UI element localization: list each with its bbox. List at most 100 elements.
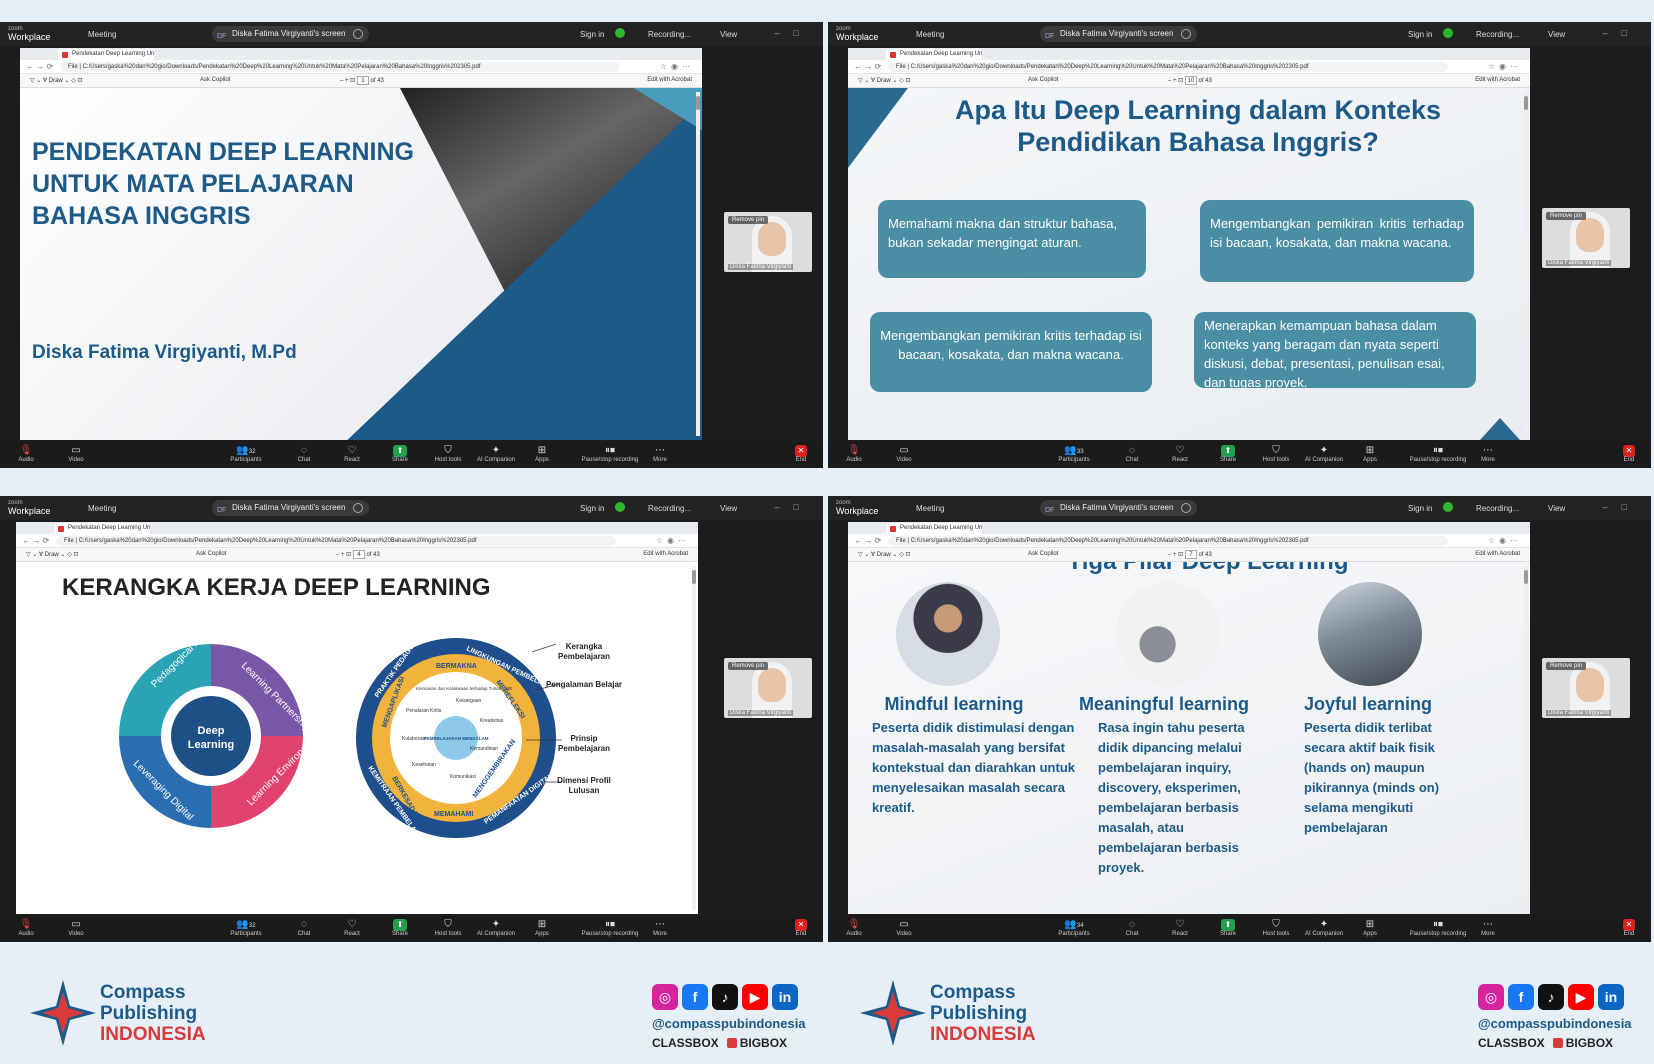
more-button[interactable]: ⋯ More bbox=[1466, 919, 1510, 937]
shield-icon[interactable] bbox=[1443, 502, 1453, 512]
scrollbar[interactable] bbox=[692, 566, 696, 910]
edit-with-acrobat[interactable]: Edit with Acrobat bbox=[643, 551, 688, 557]
share-button[interactable]: ⬆ Share bbox=[378, 445, 422, 463]
audio-button[interactable]: 🎙 Audio bbox=[832, 919, 876, 937]
ask-copilot-button[interactable]: Ask Copilot bbox=[1028, 551, 1058, 557]
participant-video[interactable]: Remove pin Diska Fatima Virgiyanti bbox=[724, 658, 812, 718]
remove-pin-button[interactable]: Remove pin bbox=[728, 662, 769, 670]
ask-copilot-button[interactable]: Ask Copilot bbox=[200, 77, 230, 83]
screen-share-pill[interactable]: DF Diska Fatima Virgiyanti's screen bbox=[212, 500, 370, 516]
edit-with-acrobat[interactable]: Edit with Acrobat bbox=[1475, 77, 1520, 83]
shield-icon[interactable] bbox=[1443, 28, 1453, 38]
chat-button[interactable]: ◌ Chat bbox=[282, 919, 326, 937]
end-button[interactable]: ✕ End bbox=[786, 445, 816, 463]
shield-icon[interactable] bbox=[615, 28, 625, 38]
participants-button[interactable]: 👥34 Participants bbox=[1052, 919, 1096, 937]
audio-button[interactable]: 🎙 Audio bbox=[832, 445, 876, 463]
more-button[interactable]: ⋯ More bbox=[638, 445, 682, 463]
sign-in-button[interactable]: Sign in bbox=[580, 30, 604, 39]
view-button[interactable]: View bbox=[1548, 504, 1565, 513]
pause-recording-button[interactable]: ⏸⏹ Pause/stop recording bbox=[580, 445, 640, 463]
sign-in-button[interactable]: Sign in bbox=[1408, 30, 1432, 39]
host-tools-button[interactable]: ⛉ Host tools bbox=[1254, 445, 1298, 463]
remove-pin-button[interactable]: Remove pin bbox=[1546, 662, 1587, 670]
scrollbar[interactable] bbox=[1524, 566, 1528, 910]
facebook-icon[interactable]: f bbox=[682, 984, 708, 1010]
screen-share-pill[interactable]: DF Diska Fatima Virgiyanti's screen bbox=[1040, 500, 1198, 516]
ai-companion-button[interactable]: ✦ AI Companion bbox=[1302, 445, 1346, 463]
reload-icon[interactable]: ← → ⟳ bbox=[854, 536, 881, 545]
browser-tab[interactable]: Pendekatan Deep Learning Untu bbox=[886, 523, 982, 534]
url-field[interactable]: File | C:/Users/gaska%20dan%20gio/Downlo… bbox=[56, 536, 616, 546]
react-button[interactable]: ♡ React bbox=[1158, 445, 1202, 463]
audio-button[interactable]: 🎙 Audio bbox=[4, 445, 48, 463]
screen-share-pill[interactable]: DF Diska Fatima Virgiyanti's screen bbox=[212, 26, 370, 42]
window-controls[interactable]: –□ bbox=[1603, 502, 1641, 512]
sign-in-button[interactable]: Sign in bbox=[580, 504, 604, 513]
view-button[interactable]: View bbox=[720, 30, 737, 39]
ai-companion-button[interactable]: ✦ AI Companion bbox=[1302, 919, 1346, 937]
recording-indicator[interactable]: Recording... bbox=[1476, 30, 1519, 39]
participants-button[interactable]: 👥32 Participants bbox=[224, 919, 268, 937]
window-controls[interactable]: –□ bbox=[775, 28, 813, 38]
host-tools-button[interactable]: ⛉ Host tools bbox=[1254, 919, 1298, 937]
scrollbar[interactable] bbox=[1524, 92, 1528, 436]
audio-button[interactable]: 🎙 Audio bbox=[4, 919, 48, 937]
page-indicator[interactable]: – + ⊡ 4 of 43 bbox=[336, 550, 380, 559]
view-button[interactable]: View bbox=[1548, 30, 1565, 39]
more-button[interactable]: ⋯ More bbox=[1466, 445, 1510, 463]
screen-share-pill[interactable]: DF Diska Fatima Virgiyanti's screen bbox=[1040, 26, 1198, 42]
ai-companion-button[interactable]: ✦ AI Companion bbox=[474, 919, 518, 937]
share-button[interactable]: ⬆ Share bbox=[378, 919, 422, 937]
tiktok-icon[interactable]: ♪ bbox=[1538, 984, 1564, 1010]
apps-button[interactable]: ⊞ Apps bbox=[520, 445, 564, 463]
sign-in-button[interactable]: Sign in bbox=[1408, 504, 1432, 513]
browser-tab[interactable]: Pendekatan Deep Learning Untu bbox=[886, 49, 982, 60]
remove-pin-button[interactable]: Remove pin bbox=[728, 216, 769, 224]
draw-tool[interactable]: ▽ ⌄ ∀ Draw ⌄ ◇ ⊡ bbox=[858, 551, 910, 558]
host-tools-button[interactable]: ⛉ Host tools bbox=[426, 445, 470, 463]
pause-recording-button[interactable]: ⏸⏹ Pause/stop recording bbox=[1408, 919, 1468, 937]
apps-button[interactable]: ⊞ Apps bbox=[520, 919, 564, 937]
ask-copilot-button[interactable]: Ask Copilot bbox=[1028, 77, 1058, 83]
stop-share-icon[interactable] bbox=[1181, 29, 1192, 39]
video-button[interactable]: ▭ Video bbox=[54, 445, 98, 463]
participant-video[interactable]: Remove pin Diska Fatima Virgiyanti bbox=[1542, 208, 1630, 268]
reload-icon[interactable]: ← → ⟳ bbox=[22, 536, 49, 545]
ask-copilot-button[interactable]: Ask Copilot bbox=[196, 551, 226, 557]
extensions-icons[interactable]: ☆◉⋯ bbox=[1488, 536, 1522, 545]
browser-tab[interactable]: Pendekatan Deep Learning Untu bbox=[58, 49, 154, 60]
participants-button[interactable]: 👥32 Participants bbox=[224, 445, 268, 463]
shield-icon[interactable] bbox=[615, 502, 625, 512]
youtube-icon[interactable]: ▶ bbox=[1568, 984, 1594, 1010]
youtube-icon[interactable]: ▶ bbox=[742, 984, 768, 1010]
more-button[interactable]: ⋯ More bbox=[638, 919, 682, 937]
view-button[interactable]: View bbox=[720, 504, 737, 513]
linkedin-icon[interactable]: in bbox=[1598, 984, 1624, 1010]
react-button[interactable]: ♡ React bbox=[330, 919, 374, 937]
end-button[interactable]: ✕ End bbox=[786, 919, 816, 937]
chat-button[interactable]: ◌ Chat bbox=[1110, 919, 1154, 937]
participant-video[interactable]: Remove pin Diska Fatima Virgiyanti bbox=[1542, 658, 1630, 718]
browser-tab[interactable]: Pendekatan Deep Learning Untu bbox=[54, 523, 150, 534]
video-button[interactable]: ▭ Video bbox=[882, 919, 926, 937]
share-button[interactable]: ⬆ Share bbox=[1206, 445, 1250, 463]
chat-button[interactable]: ◌ Chat bbox=[282, 445, 326, 463]
facebook-icon[interactable]: f bbox=[1508, 984, 1534, 1010]
participant-video[interactable]: Remove pin Diska Fatima Virgiyanti bbox=[724, 212, 812, 272]
end-button[interactable]: ✕ End bbox=[1614, 919, 1644, 937]
pause-recording-button[interactable]: ⏸⏹ Pause/stop recording bbox=[1408, 445, 1468, 463]
extensions-icons[interactable]: ☆◉⋯ bbox=[656, 536, 690, 545]
apps-button[interactable]: ⊞ Apps bbox=[1348, 919, 1392, 937]
draw-tool[interactable]: ▽ ⌄ ∀ Draw ⌄ ◇ ⊡ bbox=[30, 77, 82, 84]
participants-button[interactable]: 👥33 Participants bbox=[1052, 445, 1096, 463]
recording-indicator[interactable]: Recording... bbox=[648, 504, 691, 513]
edit-with-acrobat[interactable]: Edit with Acrobat bbox=[647, 77, 692, 83]
draw-tool[interactable]: ▽ ⌄ ∀ Draw ⌄ ◇ ⊡ bbox=[858, 77, 910, 84]
edit-with-acrobat[interactable]: Edit with Acrobat bbox=[1475, 551, 1520, 557]
remove-pin-button[interactable]: Remove pin bbox=[1546, 212, 1587, 220]
recording-indicator[interactable]: Recording... bbox=[648, 30, 691, 39]
reload-icon[interactable]: ← → ⟳ bbox=[854, 62, 881, 71]
video-button[interactable]: ▭ Video bbox=[882, 445, 926, 463]
share-button[interactable]: ⬆ Share bbox=[1206, 919, 1250, 937]
